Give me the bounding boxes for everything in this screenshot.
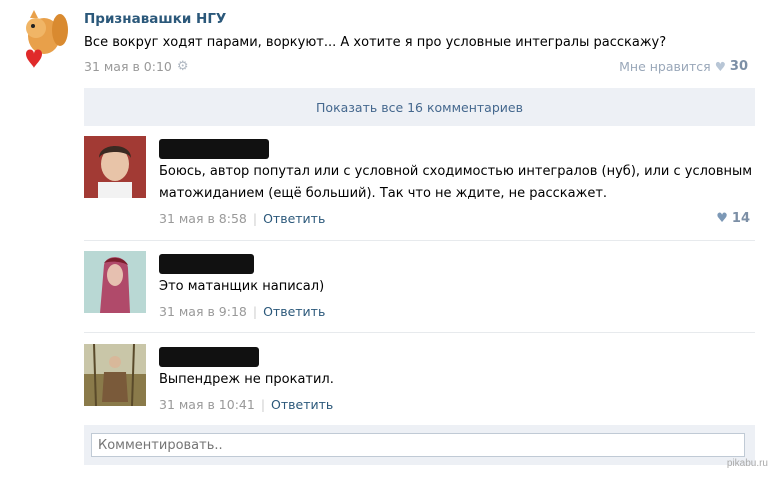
comment-like-count: 14 <box>731 211 750 226</box>
separator: | <box>252 304 258 319</box>
comment-meta: 31 мая в 10:41 | Ответить <box>159 397 333 412</box>
comment-item: Боюсь, автор попутал или с условной сход… <box>84 136 755 236</box>
post-date[interactable]: 31 мая в 0:10 <box>84 59 172 74</box>
post-text: Все вокруг ходят парами, воркуют... А хо… <box>84 35 667 50</box>
gear-icon[interactable]: ⚙ <box>177 59 189 74</box>
redacted-name <box>159 254 254 274</box>
comment-item: Выпендреж не прокатил. 31 мая в 10:41 | … <box>84 344 755 419</box>
post-author[interactable]: Признавашки НГУ <box>84 11 226 27</box>
post-like-button[interactable]: Мне нравится ♥ 30 <box>619 59 748 74</box>
divider <box>84 332 755 333</box>
heart-icon: ♥ <box>716 211 728 226</box>
comment-date[interactable]: 31 мая в 9:18 <box>159 304 247 319</box>
reply-link[interactable]: Ответить <box>263 304 325 319</box>
comment-meta: 31 мая в 9:18 | Ответить <box>159 304 325 319</box>
comment-text: Это матанщик написал) <box>159 279 325 294</box>
comment-like-button[interactable]: ♥ 14 <box>716 211 750 226</box>
comment-box <box>84 425 755 465</box>
comment-text: Выпендреж не прокатил. <box>159 372 334 387</box>
comment-text: Боюсь, автор попутал или с условной сход… <box>159 164 753 201</box>
show-all-comments-button[interactable]: Показать все 16 комментариев <box>84 88 755 126</box>
redacted-name <box>159 347 259 367</box>
comment-input[interactable] <box>91 433 745 457</box>
divider <box>84 240 755 241</box>
comment-date[interactable]: 31 мая в 10:41 <box>159 397 255 412</box>
redacted-name <box>159 139 269 159</box>
commenter-avatar[interactable] <box>84 251 146 313</box>
heart-icon: ♥ <box>714 59 726 74</box>
comment-meta: 31 мая в 8:58 | Ответить <box>159 211 325 226</box>
like-label: Мне нравится <box>619 59 711 74</box>
separator: | <box>252 211 258 226</box>
commenter-avatar[interactable] <box>84 136 146 198</box>
watermark: pikabu.ru <box>726 458 768 469</box>
reply-link[interactable]: Ответить <box>271 397 333 412</box>
separator: | <box>260 397 266 412</box>
comment-item: Это матанщик написал) 31 мая в 9:18 | От… <box>84 251 755 326</box>
community-avatar[interactable] <box>8 8 72 72</box>
commenter-avatar[interactable] <box>84 344 146 406</box>
reply-link[interactable]: Ответить <box>263 211 325 226</box>
comment-date[interactable]: 31 мая в 8:58 <box>159 211 247 226</box>
like-count: 30 <box>729 59 748 74</box>
post-meta: 31 мая в 0:10 ⚙ <box>84 59 189 74</box>
